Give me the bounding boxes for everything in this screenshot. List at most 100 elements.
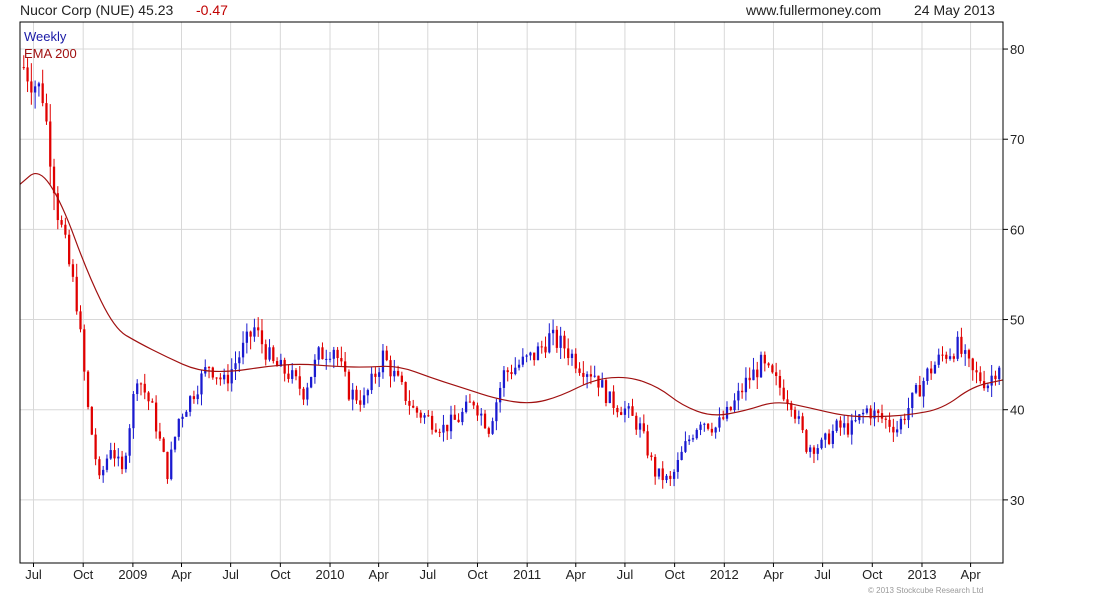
candle-body [136, 383, 139, 395]
legend-interval: Weekly [24, 29, 67, 44]
candle [309, 376, 313, 389]
candle-body [389, 360, 392, 377]
candle-body [896, 429, 899, 433]
candle [797, 410, 800, 425]
candle [952, 353, 955, 363]
candle-body [434, 429, 438, 432]
candle-body [22, 67, 25, 69]
candle [865, 405, 869, 415]
x-tick-label: Oct [270, 567, 291, 582]
candle [654, 454, 657, 485]
candle [718, 407, 721, 432]
candle-body [574, 353, 577, 369]
candle-body [480, 413, 483, 416]
candle [381, 344, 385, 379]
candle [325, 349, 328, 370]
candle [419, 410, 422, 424]
candle [461, 407, 464, 426]
candle [623, 400, 627, 423]
y-tick-label: 30 [1010, 493, 1024, 508]
candle [661, 461, 664, 489]
candle-body [86, 371, 90, 407]
candle [827, 429, 831, 446]
candle [71, 259, 75, 282]
candle-body [699, 424, 702, 430]
candle [60, 215, 63, 228]
candle [933, 361, 937, 374]
candle-body [559, 335, 562, 348]
candle [264, 339, 267, 366]
candle [585, 371, 589, 389]
candle-body [317, 347, 320, 360]
candle-body [196, 394, 199, 400]
candle-body [616, 407, 619, 413]
candle-body [71, 264, 75, 277]
candle-body [835, 420, 838, 431]
candle-body [956, 336, 959, 359]
candle [147, 391, 150, 411]
candle-body [986, 385, 990, 389]
candle [548, 323, 551, 354]
candlestick-chart: 304050607080 Jul Oct 2009 Apr Jul Oct 2010 Apr J… [19, 21, 1024, 582]
candle-body [241, 342, 245, 358]
candle-body [105, 458, 109, 470]
candle [926, 367, 929, 385]
candle [627, 402, 630, 419]
candle-body [570, 353, 574, 359]
x-tick-label: Jul [814, 567, 831, 582]
candle-body [226, 374, 230, 384]
candle [684, 431, 687, 453]
candle-body [676, 459, 679, 472]
candle [298, 365, 301, 396]
candle-body [578, 368, 581, 373]
candle-body [914, 385, 918, 393]
candle [812, 445, 816, 464]
x-tick-label: Oct [467, 567, 488, 582]
candle [68, 229, 71, 267]
candle [245, 323, 248, 354]
candle-body [200, 373, 203, 395]
candle [464, 395, 468, 414]
candle [124, 452, 127, 473]
candle-body [98, 459, 101, 476]
candle-body [926, 368, 929, 381]
candle-body [967, 350, 971, 359]
candle-body [385, 350, 388, 361]
candle-body [646, 431, 649, 456]
x-tick-label: 2012 [710, 567, 739, 582]
candle-body [283, 359, 286, 374]
candle [695, 428, 698, 440]
x-tick-label: Oct [664, 567, 685, 582]
candle [975, 361, 978, 384]
candle [189, 395, 192, 417]
candle [536, 342, 540, 361]
candle [945, 351, 948, 364]
candle-body [483, 413, 487, 429]
candle [185, 410, 188, 417]
candle [287, 364, 290, 383]
candle [816, 444, 819, 461]
candle [215, 377, 218, 385]
candle-body [763, 354, 766, 364]
candle [778, 369, 782, 396]
candle-body [661, 468, 664, 481]
candle [33, 80, 37, 109]
candle [937, 348, 940, 368]
candle [480, 408, 483, 426]
candle [646, 424, 649, 459]
candle [551, 319, 555, 346]
candle [302, 386, 305, 406]
y-tick-label: 50 [1010, 313, 1024, 328]
candle [737, 382, 740, 411]
candle [533, 352, 536, 366]
candle [850, 413, 853, 445]
candle-body [582, 372, 585, 377]
candles [22, 55, 1001, 489]
x-tick-label: Apr [566, 567, 587, 582]
candle [759, 351, 763, 378]
candle-body [816, 448, 819, 454]
candle [113, 442, 116, 467]
candle [714, 426, 717, 439]
candle [574, 348, 577, 374]
candle [385, 345, 388, 362]
